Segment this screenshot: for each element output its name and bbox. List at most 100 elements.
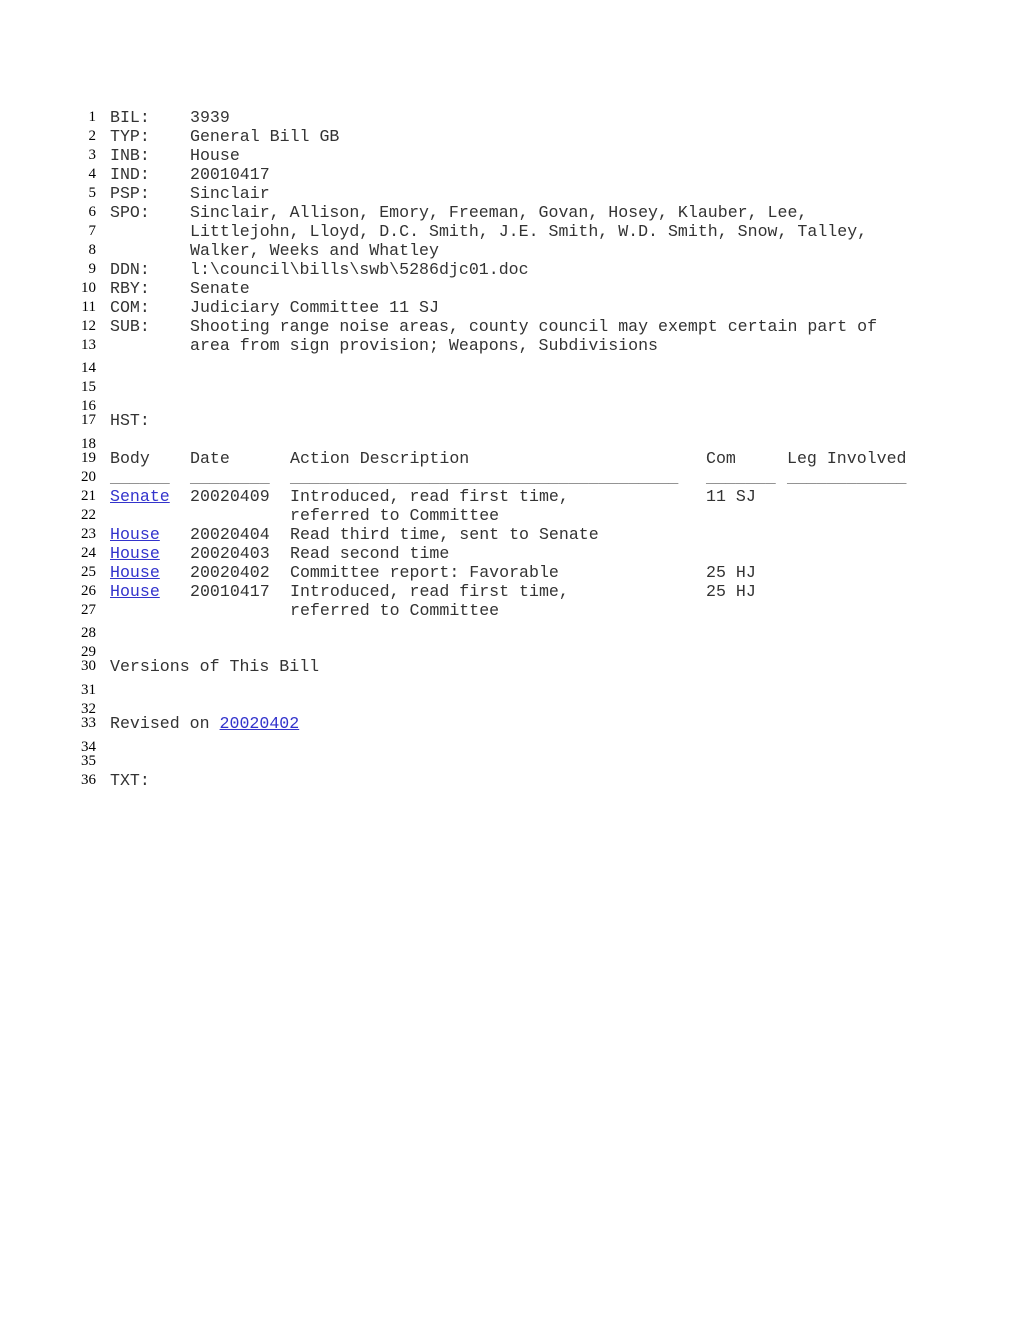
line-number: 35 [81, 753, 96, 769]
history-table-header: 19 Body Date Action Description Com Leg … [0, 449, 1020, 468]
line-number: 30 [81, 658, 96, 674]
revision-line: 33 Revised on 20020402 [0, 714, 1020, 733]
line-number: 14 [81, 360, 96, 376]
field-ddn: 9 DDN: l:\council\bills\swb\5286djc01.do… [0, 260, 1020, 279]
body-link-house[interactable]: House [110, 582, 160, 601]
revision-date-link[interactable]: 20020402 [220, 714, 300, 733]
action-description: Read second time [290, 544, 450, 563]
line-number: 5 [88, 185, 97, 201]
subject: Shooting range noise areas, county counc… [190, 317, 878, 336]
line-number: 28 [81, 625, 96, 641]
line-number: 4 [88, 166, 97, 182]
bill-document: 1 BIL: 3939 2 TYP: General Bill GB 3 INB… [0, 0, 1020, 1320]
field-psp: 5 PSP: Sinclair [0, 184, 1020, 203]
field-label: DDN: [110, 260, 150, 279]
committee-code: 25 HJ [706, 563, 756, 582]
blank-line: 14 [0, 359, 1020, 378]
introduced-date: 20010417 [190, 165, 270, 184]
body-link-house[interactable]: House [110, 563, 160, 582]
field-label: PSP: [110, 184, 150, 203]
table-row: 21 Senate 20020409 Introduced, read firs… [0, 487, 1020, 506]
text-heading: 36 TXT: [0, 771, 1020, 790]
field-label: INB: [110, 146, 150, 165]
line-number: 6 [88, 204, 97, 220]
field-label: RBY: [110, 279, 150, 298]
table-row: 23 House 20020404 Read third time, sent … [0, 525, 1020, 544]
bill-number: 3939 [190, 108, 230, 127]
column-header-leg: Leg Involved [787, 449, 907, 468]
blank-line: 28 [0, 624, 1020, 643]
column-rule: ________ [190, 468, 270, 487]
column-rule: ______ [110, 468, 170, 487]
action-description: referred to Committee [290, 506, 500, 525]
table-row: 22 referred to Committee [0, 506, 1020, 525]
line-number: 33 [81, 715, 96, 731]
document-path: l:\council\bills\swb\5286djc01.doc [190, 260, 529, 279]
action-description: Read third time, sent to Senate [290, 525, 599, 544]
line-number: 3 [88, 147, 97, 163]
column-header-action: Action Description [290, 449, 470, 468]
bill-type: General Bill GB [190, 127, 340, 146]
field-label: SPO: [110, 203, 150, 222]
field-bil: 1 BIL: 3939 [0, 108, 1020, 127]
field-com: 11 COM: Judiciary Committee 11 SJ [0, 298, 1020, 317]
line-number: 20 [81, 469, 96, 485]
action-description: referred to Committee [290, 601, 500, 620]
line-number: 23 [81, 526, 96, 542]
field-label: IND: [110, 165, 150, 184]
revision-entry: Revised on 20020402 [110, 714, 299, 733]
field-rby: 10 RBY: Senate [0, 279, 1020, 298]
sponsors: Sinclair, Allison, Emory, Freeman, Govan… [190, 203, 808, 222]
body-link-senate[interactable]: Senate [110, 487, 170, 506]
line-number: 24 [81, 545, 96, 561]
history-label: HST: [110, 411, 150, 430]
column-header-body: Body [110, 449, 150, 468]
action-date: 20020409 [190, 487, 270, 506]
blank-line: 31 [0, 681, 1020, 700]
field-spo: 6 SPO: Sinclair, Allison, Emory, Freeman… [0, 203, 1020, 222]
action-date: 20020404 [190, 525, 270, 544]
revised-prefix: Revised on [110, 714, 220, 733]
line-number: 12 [81, 318, 96, 334]
field-label: TYP: [110, 127, 150, 146]
body-link-house[interactable]: House [110, 544, 160, 563]
action-description: Committee report: Favorable [290, 563, 559, 582]
line-number: 26 [81, 583, 96, 599]
body-link-house[interactable]: House [110, 525, 160, 544]
column-rule: _______________________________________ [290, 468, 679, 487]
committee-code: 25 HJ [706, 582, 756, 601]
field-label: COM: [110, 298, 150, 317]
column-rule: _______ [706, 468, 776, 487]
line-number: 1 [88, 109, 97, 125]
line-number: 2 [88, 128, 97, 144]
line-number: 9 [88, 261, 97, 277]
field-label: SUB: [110, 317, 150, 336]
field-spo-cont: 7 Littlejohn, Lloyd, D.C. Smith, J.E. Sm… [0, 222, 1020, 241]
line-number: 22 [81, 507, 96, 523]
committee-code: 11 SJ [706, 487, 756, 506]
line-number: 15 [81, 379, 96, 395]
line-number: 7 [88, 223, 97, 239]
line-number: 31 [81, 682, 96, 698]
versions-heading: 30 Versions of This Bill [0, 657, 1020, 676]
field-typ: 2 TYP: General Bill GB [0, 127, 1020, 146]
blank-line: 35 [0, 752, 1020, 771]
action-description: Introduced, read first time, [290, 487, 569, 506]
line-number: 27 [81, 602, 96, 618]
field-sub: 12 SUB: Shooting range noise areas, coun… [0, 317, 1020, 336]
action-description: Introduced, read first time, [290, 582, 569, 601]
introduced-body: House [190, 146, 240, 165]
line-number: 25 [81, 564, 96, 580]
sponsors-continued: Walker, Weeks and Whatley [190, 241, 439, 260]
field-spo-cont: 8 Walker, Weeks and Whatley [0, 241, 1020, 260]
field-label: BIL: [110, 108, 150, 127]
history-heading: 17 HST: [0, 411, 1020, 430]
line-number: 11 [81, 299, 96, 315]
line-number: 36 [81, 772, 96, 788]
history-table-rule: 20 ______ ________ _____________________… [0, 468, 1020, 487]
line-number: 21 [81, 488, 96, 504]
column-header-date: Date [190, 449, 230, 468]
referred-by: Senate [190, 279, 250, 298]
table-row: 27 referred to Committee [0, 601, 1020, 620]
table-row: 26 House 20010417 Introduced, read first… [0, 582, 1020, 601]
